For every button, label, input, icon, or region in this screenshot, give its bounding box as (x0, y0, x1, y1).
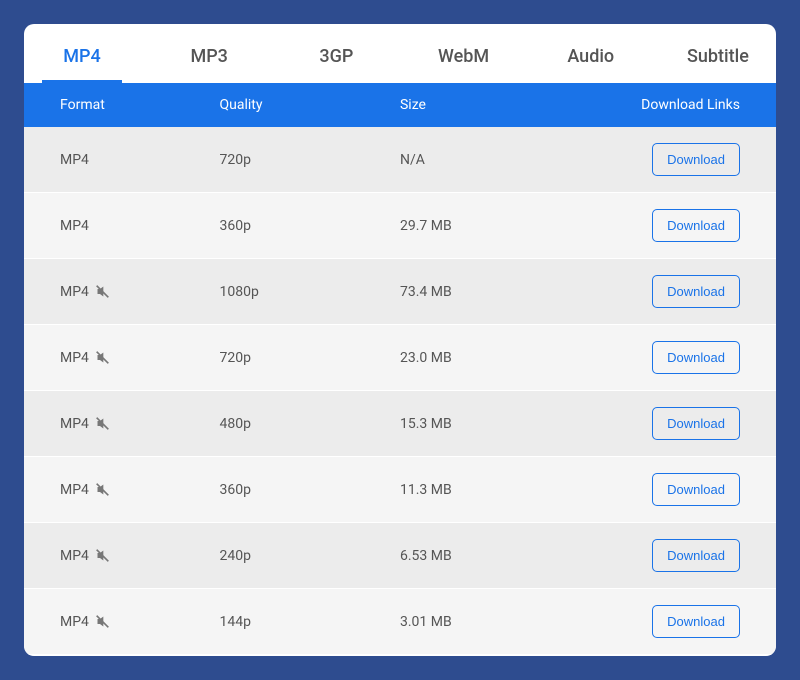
cell-download: Download (596, 341, 776, 374)
table-row: MP4 144p3.01 MB Download (24, 589, 776, 655)
format-label: MP4 (60, 350, 89, 366)
cell-size: 29.7 MB (400, 218, 596, 234)
muted-icon (95, 350, 110, 365)
cell-size: 11.3 MB (400, 482, 596, 498)
cell-download: Download (596, 605, 776, 638)
cell-format: MP4 (24, 416, 220, 432)
cell-quality: 720p (220, 152, 400, 168)
cell-size: 3.01 MB (400, 614, 596, 630)
cell-download: Download (596, 539, 776, 572)
cell-quality: 1080p (220, 284, 400, 300)
cell-download: Download (596, 275, 776, 308)
tab-subtitle[interactable]: Subtitle (678, 24, 758, 83)
format-label: MP4 (60, 218, 89, 234)
download-button[interactable]: Download (652, 539, 740, 572)
table-row: MP4 720pN/A Download (24, 127, 776, 193)
table-row: MP4 480p15.3 MB Download (24, 391, 776, 457)
cell-size: 23.0 MB (400, 350, 596, 366)
cell-download: Download (596, 407, 776, 440)
cell-format: MP4 (24, 482, 220, 498)
muted-icon (95, 548, 110, 563)
format-tabs: MP4 MP3 3GP WebM Audio Subtitle (24, 24, 776, 83)
cell-quality: 144p (220, 614, 400, 630)
cell-download: Download (596, 473, 776, 506)
header-size: Size (400, 97, 596, 113)
table-header: Format Quality Size Download Links (24, 83, 776, 127)
download-button[interactable]: Download (652, 275, 740, 308)
muted-icon (95, 614, 110, 629)
cell-download: Download (596, 209, 776, 242)
cell-size: 15.3 MB (400, 416, 596, 432)
table-row: MP4 360p29.7 MB Download (24, 193, 776, 259)
tab-webm[interactable]: WebM (424, 24, 504, 83)
cell-quality: 720p (220, 350, 400, 366)
cell-format: MP4 (24, 152, 220, 168)
tab-3gp[interactable]: 3GP (296, 24, 376, 83)
download-button[interactable]: Download (652, 473, 740, 506)
muted-icon (95, 482, 110, 497)
header-download: Download Links (596, 97, 776, 113)
download-button[interactable]: Download (652, 341, 740, 374)
table-body: MP4720pN/ADownloadMP4360p29.7 MBDownload… (24, 127, 776, 656)
cell-size: 6.53 MB (400, 548, 596, 564)
cell-quality: 360p (220, 218, 400, 234)
download-button[interactable]: Download (652, 209, 740, 242)
format-label: MP4 (60, 416, 89, 432)
cell-format: MP4 (24, 614, 220, 630)
cell-format: MP4 (24, 350, 220, 366)
format-label: MP4 (60, 614, 89, 630)
table-row: MP4 1080p73.4 MB Download (24, 259, 776, 325)
tab-mp4[interactable]: MP4 (42, 24, 122, 83)
header-format: Format (24, 97, 220, 113)
cell-quality: 480p (220, 416, 400, 432)
cell-format: MP4 (24, 548, 220, 564)
muted-icon (95, 416, 110, 431)
header-quality: Quality (220, 97, 400, 113)
download-button[interactable]: Download (652, 143, 740, 176)
format-label: MP4 (60, 482, 89, 498)
muted-icon (95, 284, 110, 299)
table-row: MP4 240p6.53 MB Download (24, 523, 776, 589)
format-label: MP4 (60, 284, 89, 300)
table-row: MP4 360p11.3 MB Download (24, 457, 776, 523)
cell-download: Download (596, 143, 776, 176)
download-button[interactable]: Download (652, 605, 740, 638)
format-label: MP4 (60, 548, 89, 564)
format-label: MP4 (60, 152, 89, 168)
download-options-card: MP4 MP3 3GP WebM Audio Subtitle Format Q… (24, 24, 776, 656)
cell-format: MP4 (24, 284, 220, 300)
cell-quality: 240p (220, 548, 400, 564)
cell-size: N/A (400, 152, 596, 168)
tab-audio[interactable]: Audio (551, 24, 631, 83)
download-button[interactable]: Download (652, 407, 740, 440)
table-row: MP4 720p23.0 MB Download (24, 325, 776, 391)
cell-format: MP4 (24, 218, 220, 234)
cell-size: 73.4 MB (400, 284, 596, 300)
cell-quality: 360p (220, 482, 400, 498)
tab-mp3[interactable]: MP3 (169, 24, 249, 83)
